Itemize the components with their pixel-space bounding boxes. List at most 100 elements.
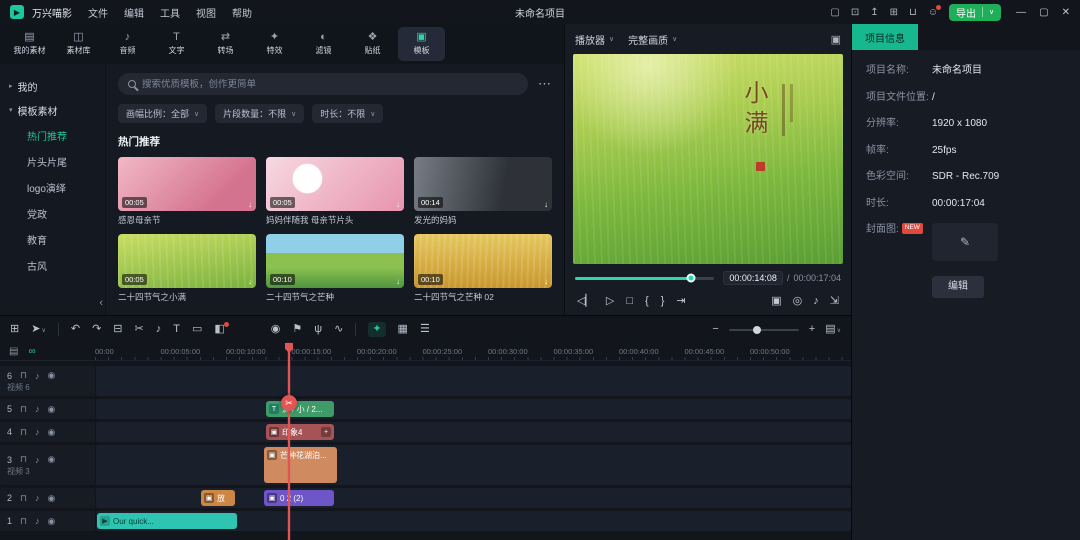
lock-icon[interactable]: ⊓	[20, 427, 27, 438]
tab-stickers[interactable]: ❖ 贴纸	[349, 27, 396, 61]
visibility-icon[interactable]: ◉	[48, 493, 56, 504]
display-icon[interactable]: ▢	[830, 7, 839, 18]
step-forward-icon[interactable]: ⇥	[676, 296, 685, 307]
select-tool-icon[interactable]: ➤∨	[31, 324, 46, 335]
detach-audio-icon[interactable]: ♪	[156, 324, 162, 335]
add-text-icon[interactable]: T	[173, 324, 180, 335]
ai-beauty-icon[interactable]: ✦	[368, 322, 385, 337]
auto-caption-icon[interactable]: ☰	[420, 324, 430, 335]
save-icon[interactable]: ⊡	[851, 7, 859, 18]
lock-icon[interactable]: ⊓	[20, 454, 27, 465]
record-icon[interactable]: ◉	[271, 324, 281, 335]
template-card[interactable]: 00:10 ↓ 二十四节气之芒种	[266, 234, 404, 303]
volume-icon[interactable]: ♪	[813, 296, 819, 307]
sidebar-section-my[interactable]: ▸ 我的	[0, 74, 105, 98]
download-icon[interactable]: ↓	[544, 200, 548, 209]
lock-icon[interactable]: ⊓	[20, 493, 27, 504]
marker-icon[interactable]: ⚑	[292, 324, 302, 335]
media-grid-icon[interactable]: ⊞	[10, 324, 19, 335]
track-header-6[interactable]: 6 ⊓ ♪ ◉ 视频 6	[0, 366, 95, 396]
search-input[interactable]	[142, 79, 518, 90]
track-header-4[interactable]: 4 ⊓ ♪ ◉	[0, 422, 95, 442]
track-list-icon[interactable]: ▤∨	[825, 324, 841, 335]
sidebar-item-party[interactable]: 党政	[0, 200, 105, 226]
sidebar-item-education[interactable]: 教育	[0, 226, 105, 252]
sidebar-item-ancient[interactable]: 古风	[0, 252, 105, 278]
visibility-icon[interactable]: ◉	[48, 427, 56, 438]
mute-icon[interactable]: ♪	[35, 371, 40, 381]
account-icon[interactable]: ☺	[928, 7, 938, 18]
apps-icon[interactable]: ⊞	[890, 7, 898, 18]
redo-icon[interactable]: ↷	[92, 324, 101, 335]
clip-add-icon[interactable]: +	[321, 427, 331, 437]
tab-audio[interactable]: ♪ 音频	[104, 27, 151, 61]
template-card[interactable]: 00:05 ↓ 二十四节气之小满	[118, 234, 256, 303]
clip-image-group[interactable]: ▣ 0 2 (2)	[264, 490, 334, 506]
play-icon[interactable]: ▷	[606, 296, 614, 307]
stop-icon[interactable]: □	[626, 296, 633, 307]
template-thumbnail[interactable]: 00:10 ↓	[414, 234, 552, 288]
mute-icon[interactable]: ♪	[35, 404, 40, 414]
mute-icon[interactable]: ♪	[35, 493, 40, 503]
minimize-button[interactable]: —	[1016, 7, 1026, 18]
snapshot-icon[interactable]: ◎	[793, 296, 803, 307]
template-thumbnail[interactable]: 00:05 ↓	[118, 157, 256, 211]
template-thumbnail[interactable]: 00:05 ↓	[266, 157, 404, 211]
close-button[interactable]: ✕	[1062, 7, 1070, 18]
template-search[interactable]	[118, 73, 528, 95]
visibility-icon[interactable]: ◉	[48, 404, 56, 415]
track-header-1[interactable]: 1 ⊓ ♪ ◉	[0, 511, 95, 531]
cut-button[interactable]: ✂	[281, 395, 297, 411]
tab-filters[interactable]: ◐ 滤镜	[300, 27, 347, 61]
template-card[interactable]: 00:05 ↓ 感恩母亲节	[118, 157, 256, 226]
quality-dropdown[interactable]: 完整画质 ∨	[628, 32, 677, 47]
download-icon[interactable]: ↓	[396, 200, 400, 209]
tab-text[interactable]: T 文字	[153, 27, 200, 61]
template-thumbnail[interactable]: 00:14 ↓	[414, 157, 552, 211]
more-options-icon[interactable]: ⋯	[538, 76, 552, 92]
tab-templates[interactable]: ▣ 模板	[398, 27, 445, 61]
edit-button[interactable]: 编辑	[932, 276, 984, 298]
maximize-button[interactable]: ▢	[1039, 7, 1048, 18]
tab-stock-library[interactable]: ◫ 素材库	[55, 27, 102, 61]
tab-my-media[interactable]: ▤ 我的素材	[6, 27, 53, 61]
previous-frame-icon[interactable]: ◁▏	[577, 296, 594, 307]
visibility-icon[interactable]: ◉	[48, 370, 56, 381]
seek-bar[interactable]	[575, 277, 714, 280]
visibility-icon[interactable]: ◉	[48, 516, 56, 527]
track-lane-2[interactable]: ▣ 放 ▣ 0 2 (2)	[96, 488, 851, 508]
mark-in-icon[interactable]: {	[645, 296, 649, 307]
player-mode-dropdown[interactable]: 播放器 ∨	[575, 32, 614, 47]
export-button[interactable]: 导出 ∨	[949, 4, 1001, 21]
menu-view[interactable]: 视图	[196, 5, 216, 20]
mute-icon[interactable]: ♪	[35, 516, 40, 526]
crop-icon[interactable]: ▭	[192, 324, 202, 335]
template-card[interactable]: 00:05 ↓ 妈妈伴随我 母亲节片头	[266, 157, 404, 226]
track-lane-1[interactable]: ▶ Our quick...	[96, 511, 851, 531]
menu-help[interactable]: 帮助	[232, 5, 252, 20]
cover-image-button[interactable]: ✎	[932, 223, 998, 261]
template-card[interactable]: 00:10 ↓ 二十四节气之芒种 02	[414, 234, 552, 303]
zoom-out-icon[interactable]: −	[712, 324, 718, 335]
menu-tools[interactable]: 工具	[160, 5, 180, 20]
track-header-5[interactable]: 5 ⊓ ♪ ◉	[0, 399, 95, 419]
zoom-in-icon[interactable]: +	[809, 324, 815, 335]
clip-text[interactable]: T 满 / 小 / 2...	[266, 401, 334, 417]
track-lane-5[interactable]: T 满 / 小 / 2...	[96, 399, 851, 419]
tab-effects[interactable]: ✦ 特效	[251, 27, 298, 61]
template-card[interactable]: 00:14 ↓ 发光的妈妈	[414, 157, 552, 226]
upload-icon[interactable]: ↥	[870, 7, 878, 18]
playhead[interactable]: ✂	[288, 343, 290, 540]
seek-handle[interactable]	[686, 274, 695, 283]
sidebar-item-hot[interactable]: 热门推荐	[0, 122, 105, 148]
track-lane-3[interactable]: ▣ 芒种花湖泊...	[96, 445, 851, 485]
download-icon[interactable]: ↓	[248, 277, 252, 286]
download-icon[interactable]: ↓	[396, 277, 400, 286]
collapse-sidebar-icon[interactable]: ‹	[99, 297, 103, 309]
sidebar-section-template-assets[interactable]: ▾ 模板素材	[0, 98, 105, 122]
download-icon[interactable]: ↓	[248, 200, 252, 209]
menu-edit[interactable]: 编辑	[124, 5, 144, 20]
split-view-icon[interactable]: ▣	[771, 296, 781, 307]
picture-icon[interactable]: ▣	[831, 33, 841, 46]
filter-clip-count[interactable]: 片段数量：不限 ∨	[215, 104, 304, 123]
